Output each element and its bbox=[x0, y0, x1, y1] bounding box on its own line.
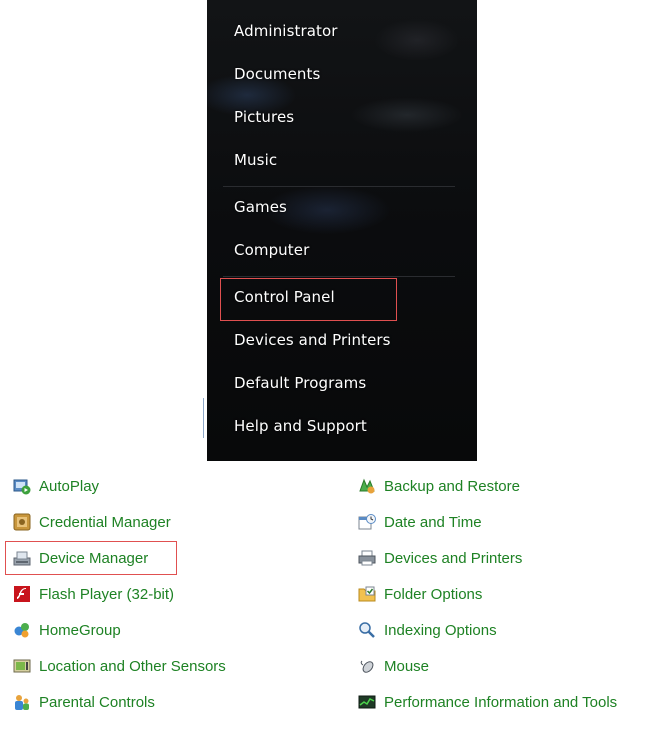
parental-controls-icon bbox=[13, 693, 31, 711]
cp-item-mouse[interactable]: Mouse bbox=[358, 654, 429, 678]
start-item-default-programs[interactable]: Default Programs bbox=[234, 374, 366, 392]
cp-item-label: Credential Manager bbox=[39, 513, 171, 531]
cp-item-parental-controls[interactable]: Parental Controls bbox=[13, 690, 155, 714]
homegroup-icon bbox=[13, 621, 31, 639]
performance-icon bbox=[358, 693, 376, 711]
cp-item-label: Performance Information and Tools bbox=[384, 693, 618, 711]
start-item-devices-and-printers[interactable]: Devices and Printers bbox=[234, 331, 391, 349]
cp-item-label: Flash Player (32-bit) bbox=[39, 585, 175, 603]
credential-manager-icon bbox=[13, 513, 31, 531]
indexing-options-icon bbox=[358, 621, 376, 639]
cp-item-backup-restore[interactable]: Backup and Restore bbox=[358, 474, 520, 498]
cp-item-label: HomeGroup bbox=[39, 621, 121, 639]
start-item-computer[interactable]: Computer bbox=[234, 241, 309, 259]
start-item-music[interactable]: Music bbox=[234, 151, 277, 169]
menu-separator bbox=[223, 186, 455, 187]
cp-item-label: Parental Controls bbox=[39, 693, 155, 711]
cp-item-flash-player[interactable]: Flash Player (32-bit) bbox=[13, 582, 174, 606]
cp-item-label: Devices and Printers bbox=[384, 549, 523, 567]
start-item-documents[interactable]: Documents bbox=[234, 65, 320, 83]
focus-indicator bbox=[203, 398, 204, 438]
start-item-pictures[interactable]: Pictures bbox=[234, 108, 294, 126]
date-time-icon bbox=[358, 513, 376, 531]
control-panel-items: AutoPlay Credential Manager Device Manag… bbox=[0, 470, 666, 730]
cp-item-label: Folder Options bbox=[384, 585, 483, 603]
cp-item-label: Date and Time bbox=[384, 513, 482, 531]
cp-item-credential-manager[interactable]: Credential Manager bbox=[13, 510, 171, 534]
autoplay-icon bbox=[13, 477, 31, 495]
cp-item-date-time[interactable]: Date and Time bbox=[358, 510, 482, 534]
device-manager-highlight-box bbox=[5, 541, 177, 575]
start-item-games[interactable]: Games bbox=[234, 198, 287, 216]
start-item-control-panel[interactable]: Control Panel bbox=[234, 288, 335, 306]
flash-player-icon bbox=[13, 585, 31, 603]
start-item-administrator[interactable]: Administrator bbox=[234, 22, 338, 40]
cp-item-label: Indexing Options bbox=[384, 621, 497, 639]
cp-item-location-sensors[interactable]: Location and Other Sensors bbox=[13, 654, 226, 678]
start-menu-right-pane: Administrator Documents Pictures Music G… bbox=[207, 0, 477, 461]
cp-item-devices-printers[interactable]: Devices and Printers bbox=[358, 546, 522, 570]
cp-item-label: Mouse bbox=[384, 657, 430, 675]
folder-options-icon bbox=[358, 585, 376, 603]
cp-item-label: Backup and Restore bbox=[384, 477, 520, 495]
backup-restore-icon bbox=[358, 477, 376, 495]
cp-item-performance[interactable]: Performance Information and Tools bbox=[358, 690, 617, 714]
start-item-help-and-support[interactable]: Help and Support bbox=[234, 417, 367, 435]
devices-printers-icon bbox=[358, 549, 376, 567]
menu-separator bbox=[223, 276, 455, 277]
cp-item-indexing-options[interactable]: Indexing Options bbox=[358, 618, 497, 642]
sensors-icon bbox=[13, 657, 31, 675]
cp-item-homegroup[interactable]: HomeGroup bbox=[13, 618, 121, 642]
mouse-icon bbox=[358, 657, 376, 675]
cp-item-label: Location and Other Sensors bbox=[39, 657, 226, 675]
cp-item-folder-options[interactable]: Folder Options bbox=[358, 582, 482, 606]
cp-item-label: AutoPlay bbox=[39, 477, 100, 495]
cp-item-autoplay[interactable]: AutoPlay bbox=[13, 474, 99, 498]
